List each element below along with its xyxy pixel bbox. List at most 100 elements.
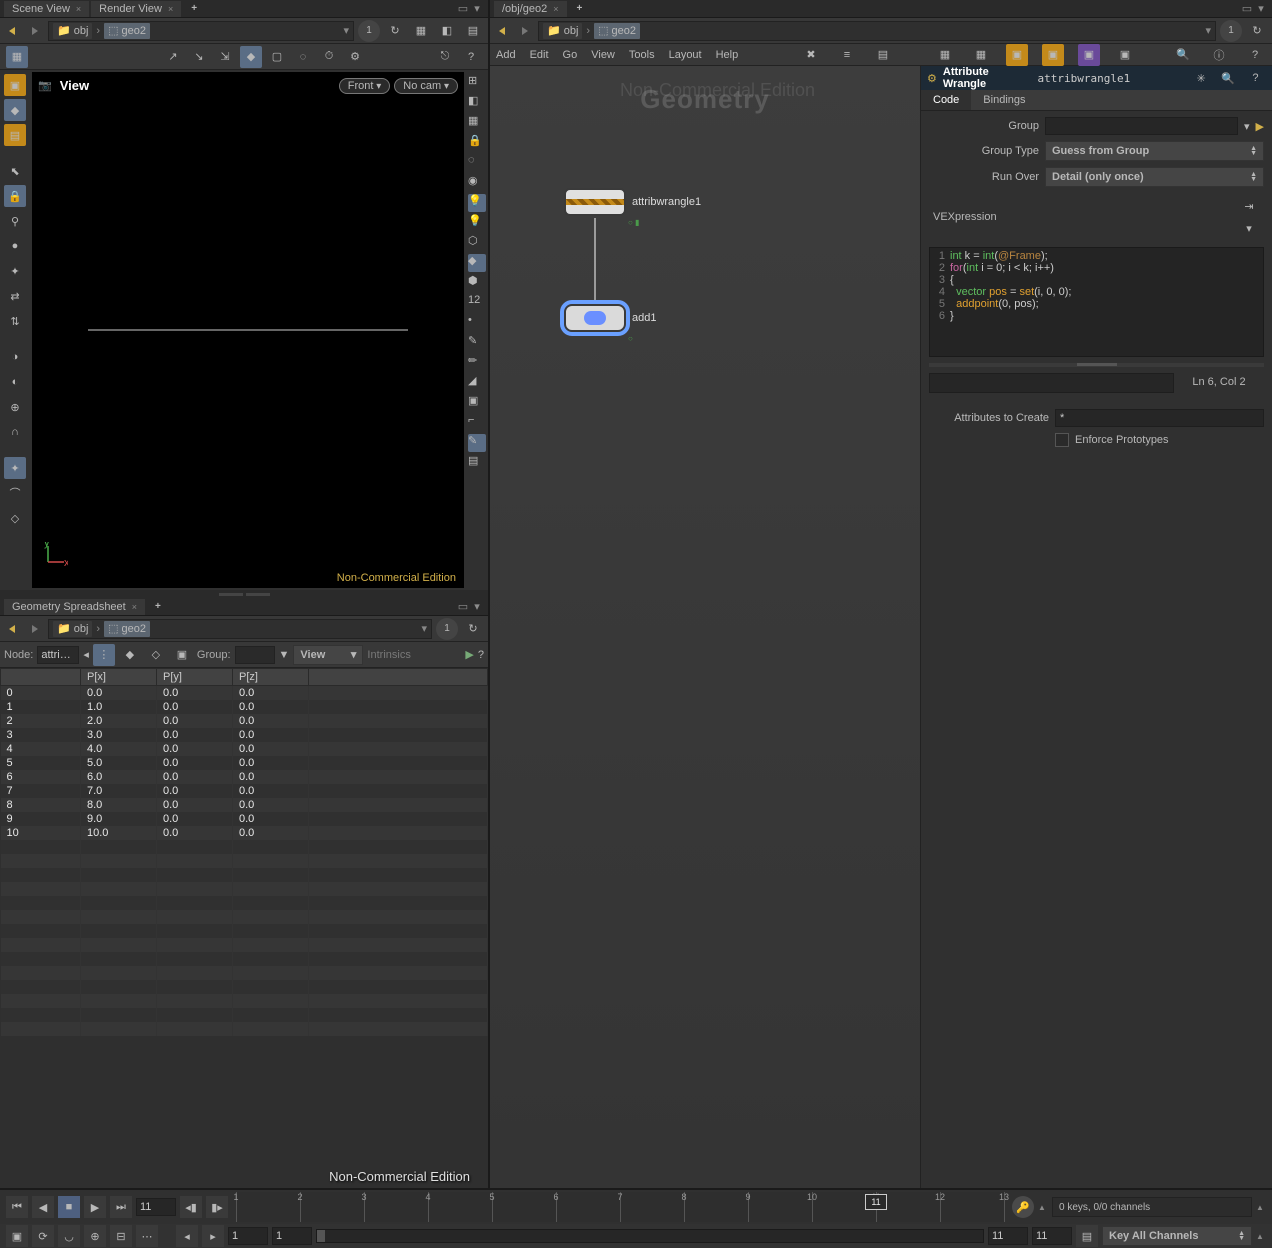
refresh-icon[interactable]: ↻ <box>384 20 406 42</box>
net7-icon[interactable]: ▣ <box>1042 44 1064 66</box>
back2-button[interactable] <box>4 620 22 638</box>
viewport[interactable]: 📷 View Front ▾ No cam ▾ yx Non-Commercia… <box>32 72 464 588</box>
code-editor[interactable]: 1int k = int(@Frame);2for(int i = 0; i <… <box>929 247 1264 357</box>
next-key-button[interactable]: ▮▸ <box>206 1196 228 1218</box>
vex2-icon[interactable]: ▾ <box>1238 217 1260 239</box>
lt3-icon[interactable]: ▤ <box>4 124 26 146</box>
t4-icon[interactable]: ⊕ <box>84 1225 106 1247</box>
info-icon[interactable]: ⓘ <box>1208 44 1230 66</box>
col-header[interactable]: P[z] <box>233 669 309 686</box>
rt10-icon[interactable]: ◆ <box>468 254 486 272</box>
help-icon[interactable]: ? <box>460 46 482 68</box>
help3-icon[interactable]: ? <box>1244 44 1266 66</box>
menu2-icon[interactable]: ▾ <box>470 600 484 614</box>
scroll-up2-icon[interactable]: ▲ <box>1256 1203 1266 1212</box>
t2-icon[interactable]: ⟳ <box>32 1225 54 1247</box>
net6-icon[interactable]: ▣ <box>1006 44 1028 66</box>
lt11-icon[interactable]: ⊕ <box>4 396 26 418</box>
t7-icon[interactable]: ▤ <box>1076 1225 1098 1247</box>
lt9-icon[interactable]: ◑ <box>4 346 26 368</box>
camera2-select[interactable]: No cam ▾ <box>394 78 458 94</box>
table-row[interactable]: 55.00.00.0 <box>1 756 488 770</box>
table-row[interactable]: 66.00.00.0 <box>1 770 488 784</box>
path-area[interactable]: 📁obj › ⬚geo2 ▾ <box>48 21 354 41</box>
net8-icon[interactable]: ▣ <box>1078 44 1100 66</box>
table-row[interactable]: 33.00.00.0 <box>1 728 488 742</box>
search2-icon[interactable]: 🔍 <box>1218 67 1239 89</box>
misc-icon[interactable]: ▦ <box>410 20 432 42</box>
lt13-icon[interactable]: ✦ <box>4 457 26 479</box>
pin2-badge[interactable]: 1 <box>436 618 458 640</box>
lt7-icon[interactable]: ⇄ <box>4 285 26 307</box>
tab-render-view[interactable]: Render View× <box>91 1 181 17</box>
rt15-icon[interactable]: ✏ <box>468 354 486 372</box>
current-frame-input[interactable] <box>136 1198 176 1216</box>
rt7-icon[interactable]: 💡 <box>468 194 486 212</box>
node-add1[interactable]: add1 <box>564 304 656 332</box>
vex1-icon[interactable]: ⇥ <box>1238 195 1260 217</box>
lt2-icon[interactable]: ◆ <box>4 99 26 121</box>
tab-code[interactable]: Code <box>921 90 971 110</box>
refresh3-icon[interactable]: ↻ <box>1246 20 1268 42</box>
tool2-icon[interactable]: ↘ <box>188 46 210 68</box>
range-start2-input[interactable] <box>272 1227 312 1245</box>
rt4-icon[interactable]: 🔒 <box>468 134 486 152</box>
attrs-input[interactable] <box>1055 409 1264 427</box>
menu-edit[interactable]: Edit <box>530 49 549 61</box>
misc2-icon[interactable]: ◧ <box>436 20 458 42</box>
net2-icon[interactable]: ≡ <box>836 44 858 66</box>
lock-icon[interactable]: 🔒 <box>4 185 26 207</box>
table-row[interactable]: 1010.00.00.0 <box>1 826 488 840</box>
refresh2-icon[interactable]: ↻ <box>462 618 484 640</box>
rt16-icon[interactable]: ◢ <box>468 374 486 392</box>
forward-button[interactable] <box>26 22 44 40</box>
lt6-icon[interactable]: ✦ <box>4 260 26 282</box>
gear2-icon[interactable]: ✳ <box>1190 67 1211 89</box>
network-canvas[interactable]: Non-Commercial Edition Geometry attribwr… <box>490 66 920 1188</box>
table-row[interactable]: 99.00.00.0 <box>1 812 488 826</box>
menu-tools[interactable]: Tools <box>629 49 655 61</box>
window-icon[interactable]: ▭ <box>456 2 470 16</box>
scroll-up-icon[interactable]: ▲ <box>1038 1203 1048 1212</box>
tab-add[interactable]: + <box>183 1 205 16</box>
mode-detail-icon[interactable]: ▣ <box>171 644 193 666</box>
lt15-icon[interactable]: ◇ <box>4 507 26 529</box>
key-button[interactable]: 🔑 <box>1012 1196 1034 1218</box>
nav-prev-icon[interactable]: ◂ <box>83 648 89 661</box>
group-pick-icon[interactable]: ▶ <box>1256 120 1264 133</box>
menu-add[interactable]: Add <box>496 49 516 61</box>
menu-layout[interactable]: Layout <box>669 49 702 61</box>
lt4-icon[interactable]: ⚲ <box>4 210 26 232</box>
tool4-icon[interactable]: ◆ <box>240 46 262 68</box>
rt14-icon[interactable]: ✎ <box>468 334 486 352</box>
search-icon[interactable]: 🔍 <box>1172 44 1194 66</box>
stop-button[interactable]: ■ <box>58 1196 80 1218</box>
lt8-icon[interactable]: ⇅ <box>4 310 26 332</box>
tool7-icon[interactable]: ⏱ <box>318 46 340 68</box>
enforce-checkbox[interactable] <box>1055 433 1069 447</box>
lt10-icon[interactable]: ◐ <box>4 371 26 393</box>
menu-go[interactable]: Go <box>563 49 578 61</box>
rt8-icon[interactable]: 💡 <box>468 214 486 232</box>
col-header[interactable]: P[x] <box>81 669 157 686</box>
group-field[interactable] <box>235 646 275 664</box>
timeline-ruler[interactable]: 1234567891011121311 <box>236 1192 1004 1222</box>
rt3-icon[interactable]: ▦ <box>468 114 486 132</box>
col-header[interactable] <box>1 669 81 686</box>
node-name-field[interactable] <box>1037 72 1184 85</box>
grouptype-select[interactable]: Guess from Group▲▼ <box>1045 141 1264 161</box>
status-input[interactable] <box>929 373 1174 393</box>
pin-badge[interactable]: 1 <box>358 20 380 42</box>
prev-key-button[interactable]: ◂▮ <box>180 1196 202 1218</box>
tool6-icon[interactable]: ◌ <box>292 46 314 68</box>
lt1-icon[interactable]: ▣ <box>4 74 26 96</box>
net3-icon[interactable]: ▤ <box>872 44 894 66</box>
range-end2-input[interactable] <box>1032 1227 1072 1245</box>
net5-icon[interactable]: ▦ <box>970 44 992 66</box>
rt17-icon[interactable]: ▣ <box>468 394 486 412</box>
menu-help[interactable]: Help <box>716 49 739 61</box>
tab-add-3[interactable]: + <box>569 1 591 16</box>
net9-icon[interactable]: ▣ <box>1114 44 1136 66</box>
next2-button[interactable]: ▸ <box>202 1225 224 1247</box>
rt20-icon[interactable]: ▤ <box>468 454 486 472</box>
